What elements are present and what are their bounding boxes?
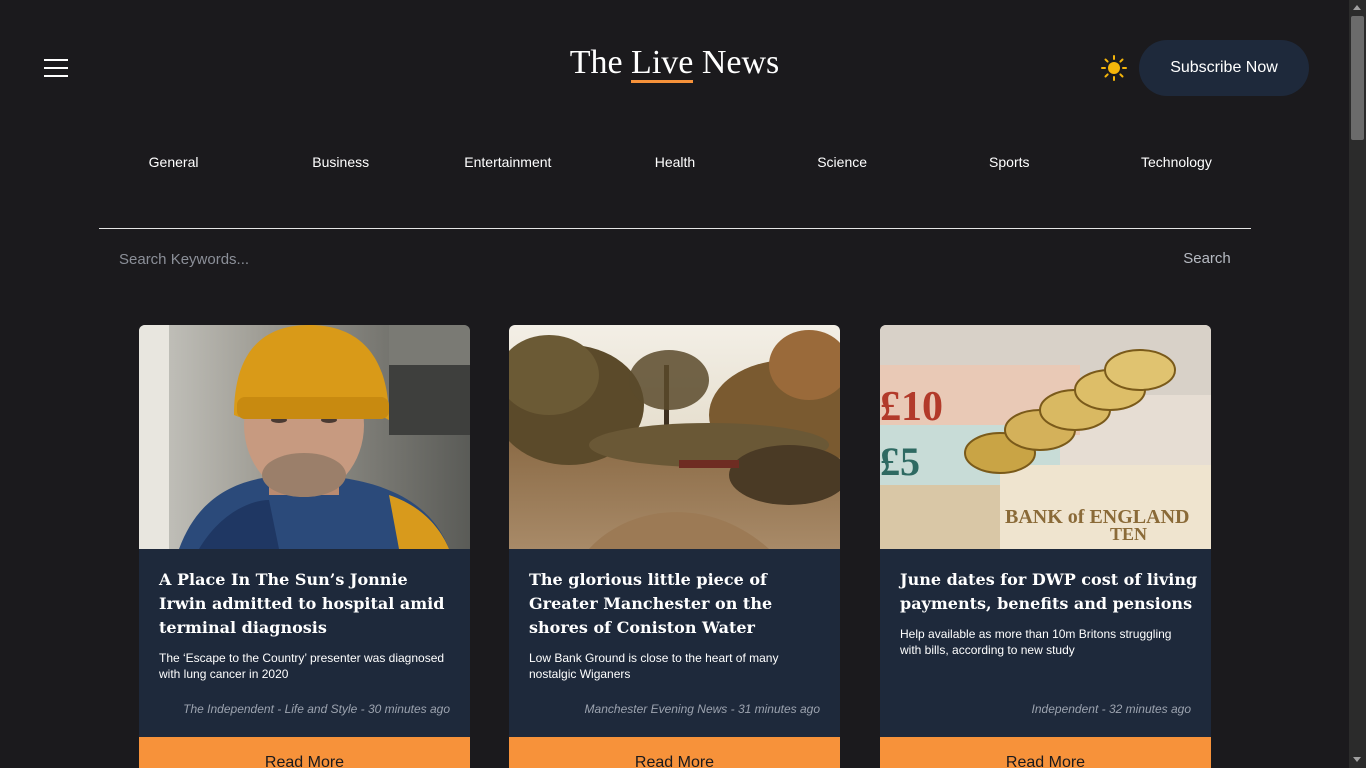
read-more-button[interactable]: Read More [139, 737, 470, 768]
nav-item-entertainment[interactable]: Entertainment [424, 150, 591, 174]
nav-item-science[interactable]: Science [759, 150, 926, 174]
nav-item-business[interactable]: Business [257, 150, 424, 174]
category-nav: General Business Entertainment Health Sc… [90, 150, 1260, 174]
article-title[interactable]: The glorious little piece of Greater Man… [529, 568, 829, 640]
search-divider [99, 228, 1251, 229]
article-description: Low Bank Ground is close to the heart of… [529, 651, 779, 681]
site-title-highlight: Live [631, 44, 694, 83]
nav-item-technology[interactable]: Technology [1093, 150, 1260, 174]
article-meta: Independent - 32 minutes ago [1031, 702, 1191, 716]
read-more-button[interactable]: Read More [880, 737, 1211, 768]
site-title-suffix: News [693, 44, 780, 81]
article-title[interactable]: A Place In The Sun’s Jonnie Irwin admitt… [159, 568, 459, 640]
article-description: Help available as more than 10m Britons … [900, 627, 1172, 657]
nav-item-sports[interactable]: Sports [926, 150, 1093, 174]
article-meta: The Independent - Life and Style - 30 mi… [183, 702, 450, 716]
page: The Live News Subscribe Now General Busi… [0, 0, 1366, 768]
article-card: £10 £5 BANK of ENGLAND TEN June dates fo… [880, 325, 1211, 768]
article-image-money[interactable]: £10 £5 BANK of ENGLAND TEN [880, 325, 1211, 549]
svg-text:£5: £5 [880, 439, 920, 484]
scroll-up-icon[interactable] [1353, 5, 1361, 10]
svg-text:£10: £10 [880, 384, 943, 430]
search-input[interactable] [99, 240, 1149, 278]
svg-text:TEN: TEN [1110, 524, 1147, 544]
article-card: A Place In The Sun’s Jonnie Irwin admitt… [139, 325, 470, 768]
sun-icon[interactable] [1101, 55, 1127, 81]
article-description: The ‘Escape to the Country’ presenter wa… [159, 651, 445, 681]
nav-item-general[interactable]: General [90, 150, 257, 174]
subscribe-button[interactable]: Subscribe Now [1139, 40, 1309, 96]
scrollbar-thumb[interactable] [1351, 16, 1364, 140]
search-button[interactable]: Search [1170, 243, 1244, 273]
article-image-presenter[interactable] [139, 325, 470, 549]
article-meta: Manchester Evening News - 31 minutes ago [584, 702, 820, 716]
site-title-prefix: The [569, 44, 632, 81]
nav-item-health[interactable]: Health [591, 150, 758, 174]
scroll-down-icon[interactable] [1353, 757, 1361, 762]
article-title[interactable]: June dates for DWP cost of living paymen… [900, 568, 1200, 616]
article-image-landscape[interactable] [509, 325, 840, 549]
read-more-button[interactable]: Read More [509, 737, 840, 768]
svg-text:BANK of ENGLAND: BANK of ENGLAND [1005, 506, 1189, 528]
article-card: The glorious little piece of Greater Man… [509, 325, 840, 768]
